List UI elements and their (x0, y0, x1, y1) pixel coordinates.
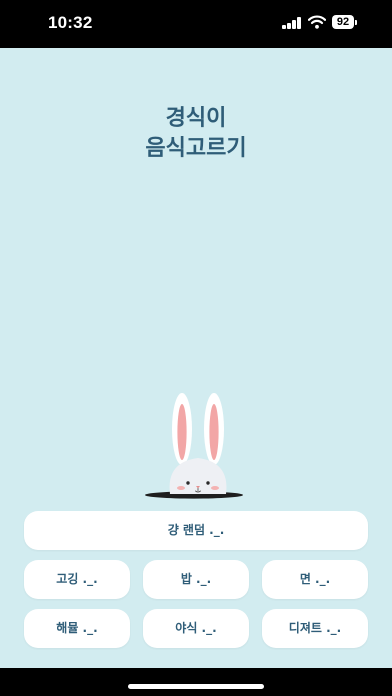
title-line-1: 경식이 (165, 106, 227, 131)
battery-tip (355, 19, 357, 25)
wifi-icon (308, 15, 326, 29)
latenight-button[interactable]: 야식 ._. (143, 609, 249, 648)
battery-level: 92 (332, 15, 354, 29)
rice-button[interactable]: 밥 ._. (143, 560, 249, 599)
home-bar-area (0, 668, 392, 696)
title-line-2: 음식고르기 (145, 136, 247, 161)
seafood-button[interactable]: 해뮬 ._. (24, 609, 130, 648)
right-eye (206, 481, 210, 485)
home-indicator[interactable] (128, 684, 264, 689)
left-cheek (177, 486, 185, 490)
left-ear-inner (177, 404, 187, 460)
battery-icon: 92 (332, 14, 357, 30)
page-title: 경식이 음식고르기 (0, 104, 392, 164)
right-cheek (211, 486, 219, 490)
noodle-button[interactable]: 면 ._. (262, 560, 368, 599)
random-pick-button[interactable]: 걍 랜덤 ._. (24, 511, 368, 550)
dessert-button[interactable]: 디져트 ._. (262, 609, 368, 648)
meat-button[interactable]: 고깅 ._. (24, 560, 130, 599)
signal-icon (282, 17, 301, 29)
status-time: 10:32 (48, 13, 93, 32)
status-bar: 10:32 92 (0, 0, 392, 48)
right-ear-inner (209, 404, 219, 460)
left-eye (186, 481, 190, 485)
app-screen: 경식이 음식고르기 걍 랜덤 ._. 고깅 ._. 밥 ._. 면 ._. 해뮬… (0, 48, 392, 668)
bunny-illustration (145, 393, 243, 499)
